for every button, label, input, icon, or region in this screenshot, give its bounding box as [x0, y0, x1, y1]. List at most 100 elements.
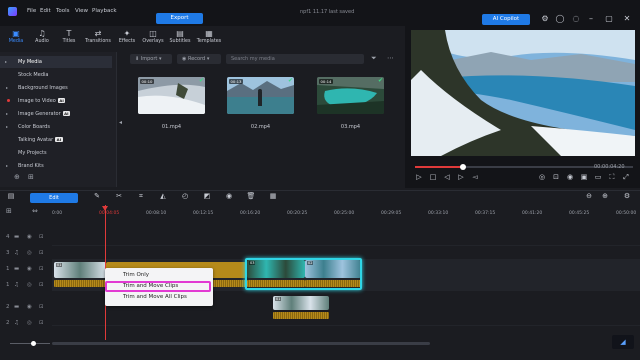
sidebar-item-my-media[interactable]: ▸ My Media [0, 56, 112, 68]
settings-icon[interactable]: ⚙ [622, 192, 632, 200]
zoom-in-icon[interactable]: ⊕ [600, 192, 610, 200]
mute-icon[interactable]: ◎ [27, 320, 32, 326]
add-track-icon[interactable]: ⊞ [6, 207, 12, 215]
sidebar-item-my-projects[interactable]: My Projects [0, 147, 112, 159]
tab-overlays[interactable]: ◫ Overlays [139, 28, 167, 50]
track-video-2[interactable] [52, 230, 640, 246]
track-head-video-2: 4 ▬ ◉ ⊡ [0, 230, 52, 246]
track-number: 2 [6, 304, 10, 310]
sidebar-item-image-generator[interactable]: ▸ Image Generator AI [0, 108, 112, 120]
menu-view[interactable]: View [75, 8, 88, 14]
horizontal-scrollbar[interactable] [52, 342, 430, 345]
mute-icon[interactable]: ◎ [27, 282, 32, 288]
video-clip-01[interactable]: 01 [54, 262, 106, 278]
import-button[interactable]: ⬇ Import ▾ [130, 54, 172, 64]
record-button[interactable]: ◉ Record ▾ [177, 54, 221, 64]
more-tools-icon[interactable]: ▦ [268, 192, 278, 200]
edit-button[interactable]: Edit [30, 193, 78, 203]
add-folder-icon[interactable]: ⊕ [14, 173, 20, 181]
prev-frame-icon[interactable]: ◁ [442, 173, 452, 181]
zoom-out-icon[interactable]: ⊖ [584, 192, 594, 200]
video-track-icon: ▬ [14, 234, 20, 240]
ratio-icon[interactable]: ▭ [593, 173, 603, 181]
notification-icon[interactable]: ◌ [571, 14, 581, 24]
sidebar-item-image-to-video[interactable]: Image to Video AI [0, 95, 112, 107]
lock-icon[interactable]: ⊡ [39, 320, 44, 326]
sidebar-item-stock-media[interactable]: Stock Media [0, 69, 112, 81]
audio-clip-01[interactable] [54, 280, 106, 287]
pen-icon[interactable]: ✎ [92, 192, 102, 200]
tab-media[interactable]: ▣ Media [2, 28, 30, 50]
tab-transitions[interactable]: ⇄ Transitions [84, 28, 112, 50]
eye-icon[interactable]: ◉ [27, 304, 32, 310]
ai-copilot-button[interactable]: AI Copilot [482, 14, 530, 25]
lock-icon[interactable]: ⊡ [39, 234, 44, 240]
eye-icon[interactable]: ◉ [27, 234, 32, 240]
media-thumb-03[interactable]: 00:14 ✔ [317, 77, 384, 114]
sidebar-item-brand-kits[interactable]: ▸ Brand Kits [0, 160, 112, 172]
eye-icon[interactable]: ◉ [27, 266, 32, 272]
lock-icon[interactable]: ⊡ [39, 266, 44, 272]
tab-templates[interactable]: ▦ Templates [195, 28, 223, 50]
zoom-slider-handle[interactable] [31, 341, 36, 346]
menu-edit[interactable]: Edit [40, 8, 51, 14]
tab-effects[interactable]: ✦ Effects [113, 28, 141, 50]
lock-icon[interactable]: ⊡ [39, 282, 44, 288]
audio-clip-01-lower[interactable] [273, 312, 329, 319]
more-icon[interactable]: ⋯ [387, 54, 394, 62]
account-icon[interactable]: ◯ [555, 14, 565, 24]
preview-progress-handle[interactable] [459, 164, 466, 170]
media-panel [118, 52, 404, 187]
menu-item-trim-only[interactable]: Trim Only [105, 270, 213, 281]
edit-clip-icon[interactable]: ◩ [202, 192, 212, 200]
playhead-handle[interactable] [102, 206, 108, 211]
quality-icon[interactable]: ◉ [565, 173, 575, 181]
maximize-icon[interactable]: ▢ [604, 14, 614, 24]
gear-icon[interactable]: ⚙ [540, 14, 550, 24]
media-thumb-01[interactable]: 00:10 ✔ [138, 77, 205, 114]
audio-wave-icon[interactable]: ◉ [224, 192, 234, 200]
media-label-03: 03.mp4 [340, 124, 361, 130]
menu-playback[interactable]: Playback [92, 8, 117, 14]
video-clip-01-lower[interactable]: 01 [273, 296, 329, 310]
sidebar-item-color-boards[interactable]: ▸ Color Boards [0, 121, 112, 133]
layout-icon[interactable]: ▤ [6, 192, 16, 200]
folder-icon[interactable]: ⊞ [28, 173, 34, 181]
minimize-icon[interactable]: – [586, 14, 596, 24]
menu-item-trim-and-move-all-clips[interactable]: Trim and Move All Clips [105, 292, 213, 303]
tab-subtitles[interactable]: ▤ Subtitles [166, 28, 194, 50]
expand-icon[interactable]: ⤢ [621, 173, 631, 182]
preview-canvas[interactable] [411, 30, 635, 156]
zoom-slider[interactable] [10, 343, 50, 344]
next-frame-icon[interactable]: ▷ [456, 173, 466, 181]
tab-audio[interactable]: ♫ Audio [28, 28, 56, 50]
mute-icon[interactable]: ◎ [27, 250, 32, 256]
chevron-right-icon: ▸ [6, 163, 9, 168]
crop-tool-icon[interactable]: ⌗ [136, 192, 146, 201]
lock-icon[interactable]: ⊡ [39, 250, 44, 256]
scissors-icon[interactable]: ✂ [114, 192, 124, 200]
close-icon[interactable]: ✕ [622, 14, 632, 24]
volume-icon[interactable]: ◅ [470, 173, 480, 181]
search-input[interactable]: Search my media [226, 54, 364, 64]
menu-file[interactable]: File [27, 8, 36, 14]
sidebar-item-talking-avatar[interactable]: Talking Avatar AI [0, 134, 112, 146]
sidebar-item-background-images[interactable]: ▸ Background Images [0, 82, 112, 94]
stop-icon[interactable]: □ [428, 173, 438, 181]
collapse-panel-icon[interactable]: ◂ [119, 119, 122, 126]
speed-icon[interactable]: ◴ [180, 192, 190, 200]
snapshot-icon[interactable]: ◎ [537, 173, 547, 181]
media-thumb-02[interactable]: 00:13 ✔ [227, 77, 294, 114]
menu-tools[interactable]: Tools [56, 8, 70, 14]
lock-icon[interactable]: ⊡ [39, 304, 44, 310]
flip-icon[interactable]: ◭ [158, 192, 168, 200]
delete-icon[interactable]: 🗑 [246, 192, 256, 200]
tab-titles[interactable]: T Titles [55, 28, 83, 50]
play-icon[interactable]: ▷ [414, 173, 424, 181]
fullscreen-icon[interactable]: ⛶ [607, 173, 617, 182]
crop-icon[interactable]: ▣ [579, 173, 589, 181]
filter-icon[interactable]: ⏷ [371, 54, 377, 63]
export-button[interactable]: Export [156, 13, 203, 24]
fit-icon[interactable]: ⇔ [32, 207, 38, 215]
render-icon[interactable]: ⊡ [551, 173, 561, 181]
